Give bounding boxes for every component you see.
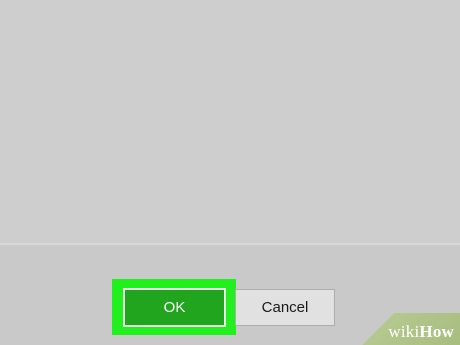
wikihow-watermark: wikiHow <box>356 313 460 345</box>
dialog-content-area <box>0 0 460 243</box>
cancel-button[interactable]: Cancel <box>235 289 335 326</box>
wikihow-logo-text: wikiHow <box>388 323 454 340</box>
ok-button[interactable]: OK <box>123 288 226 327</box>
dialog-window: OK Cancel wikiHow <box>0 0 460 345</box>
wikihow-logo-how: How <box>419 322 454 341</box>
wikihow-logo-wiki: wiki <box>388 322 420 341</box>
